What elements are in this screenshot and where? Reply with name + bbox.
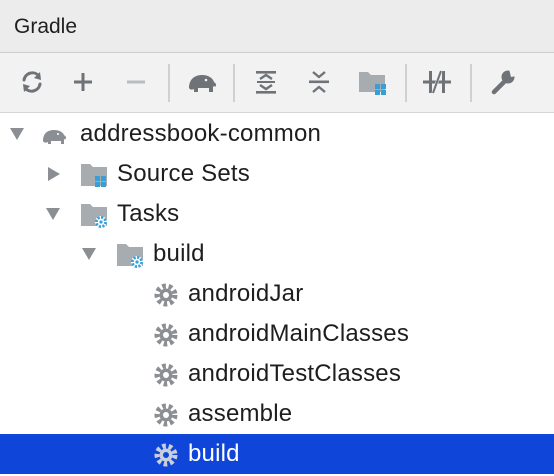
tree-item-label: build (153, 240, 205, 267)
gear-icon (151, 320, 181, 350)
tree-item-build-task[interactable]: build (0, 434, 554, 474)
tree-item-label: build (188, 440, 240, 467)
tree-item-label: androidJar (188, 280, 304, 307)
toolbar-separator (168, 64, 170, 102)
toolbar-separator (405, 64, 407, 102)
tree-item-tasks[interactable]: Tasks (0, 194, 554, 234)
toolbar-separator (233, 64, 235, 102)
collapse-arrow-icon[interactable] (45, 166, 63, 182)
remove-icon[interactable] (117, 63, 155, 101)
gear-icon (151, 400, 181, 430)
gradle-elephant-icon[interactable] (182, 63, 220, 101)
expand-arrow-icon[interactable] (44, 206, 62, 222)
panel-header: Gradle (0, 0, 554, 53)
toolbar-separator (470, 64, 472, 102)
tree-item-label: androidTestClasses (188, 360, 402, 387)
tree-item-build-group[interactable]: build (0, 234, 554, 274)
collapse-all-icon[interactable] (300, 63, 338, 101)
tasks-folder-icon (80, 200, 110, 230)
gear-icon (151, 280, 181, 310)
tree-item-label: assemble (188, 400, 293, 427)
tree-item-label: Tasks (117, 200, 180, 227)
group-modules-icon[interactable] (354, 63, 392, 101)
task-group-folder-icon (116, 240, 146, 270)
tree-item-assemble[interactable]: assemble (0, 394, 554, 434)
gradle-elephant-icon (40, 120, 70, 150)
expand-all-icon[interactable] (247, 63, 285, 101)
expand-arrow-icon[interactable] (80, 246, 98, 262)
tree-item-source-sets[interactable]: Source Sets (0, 154, 554, 194)
tree-item-androidtestclasses[interactable]: androidTestClasses (0, 354, 554, 394)
source-sets-folder-icon (80, 160, 110, 190)
gear-icon (151, 440, 181, 470)
toolbar (0, 53, 554, 113)
toggle-offline-icon[interactable] (418, 63, 456, 101)
tree-item-label: addressbook-common (80, 120, 322, 147)
add-icon[interactable] (64, 63, 102, 101)
tree-view: addressbook-common Source Sets Tasks bui… (0, 114, 554, 476)
tree-item-label: Source Sets (117, 160, 250, 187)
expand-arrow-icon[interactable] (8, 126, 26, 142)
tree-item-androidmainclasses[interactable]: androidMainClasses (0, 314, 554, 354)
refresh-icon[interactable] (13, 63, 51, 101)
gear-icon (151, 360, 181, 390)
tree-item-label: androidMainClasses (188, 320, 410, 347)
tree-item-addressbook-common[interactable]: addressbook-common (0, 114, 554, 154)
wrench-icon[interactable] (484, 63, 522, 101)
panel-title: Gradle (14, 15, 78, 38)
tree-item-androidjar[interactable]: androidJar (0, 274, 554, 314)
